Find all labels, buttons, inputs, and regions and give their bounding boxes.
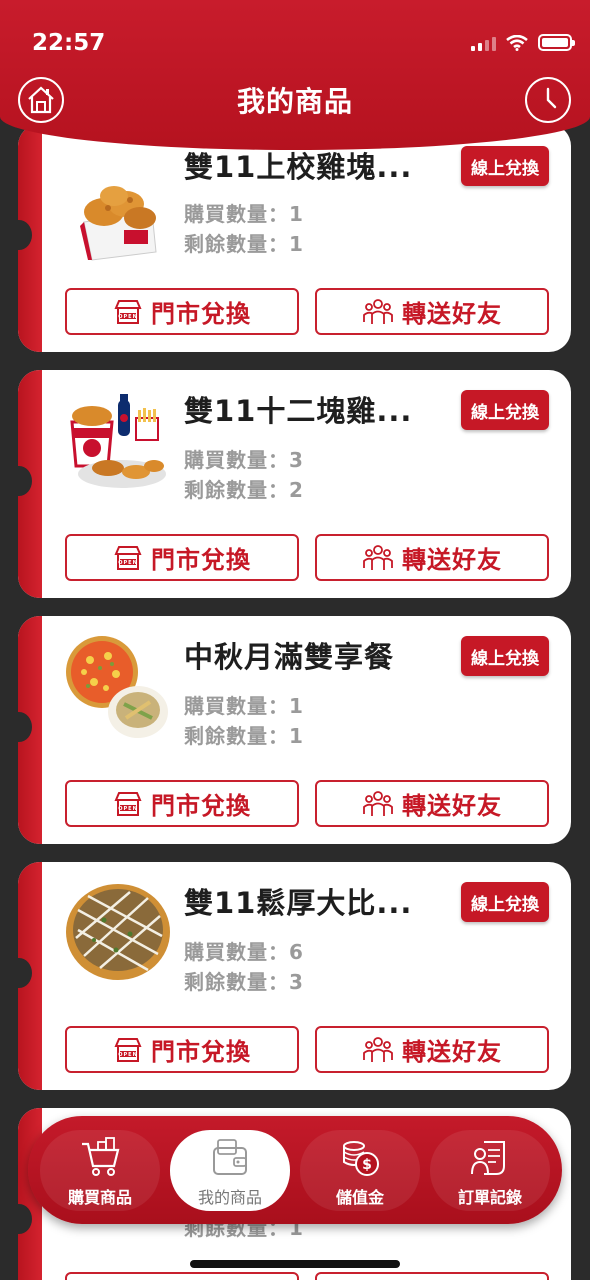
bought-quantity: 購買數量：1 [184,694,304,718]
svg-text:OPEN: OPEN [118,806,138,812]
product-card: 中秋月滿雙享餐 線上兌換 購買數量：1 剩餘數量：1 OPEN 門市兌換 轉送好… [18,616,571,844]
tab-label: 購買商品 [67,1188,132,1207]
cart-icon [82,1137,120,1176]
people-icon [363,1036,393,1062]
store-redeem-button[interactable]: OPEN 門市兌換 [65,780,299,827]
svg-text:$: $ [362,1157,372,1173]
product-name: 雙11十二塊雞... [184,394,413,428]
online-redeem-button[interactable]: 線上兌換 [461,636,549,676]
home-indicator [190,1260,400,1268]
svg-text:OPEN: OPEN [118,560,138,566]
store-open-icon: OPEN [114,791,142,816]
coins-icon: $ [343,1141,379,1176]
product-card: 雙11上校雞塊... 線上兌換 購買數量：1 剩餘數量：1 OPEN 門市兌換 … [18,124,571,352]
page-title: 我的商品 [236,85,353,118]
product-name: 中秋月滿雙享餐 [184,640,395,674]
svg-text:OPEN: OPEN [118,1052,138,1058]
bought-quantity: 購買數量：1 [184,202,304,226]
transfer-friend-button[interactable]: 轉送好友 [315,780,549,827]
remaining-quantity: 剩餘數量：3 [184,970,304,994]
store-redeem-button[interactable]: OPEN 門市兌換 [65,534,299,581]
remaining-quantity: 剩餘數量：1 [184,724,304,748]
online-redeem-button[interactable]: 線上兌換 [461,146,549,186]
battery-icon [538,34,575,51]
tab-my-products[interactable]: 我的商品 [170,1130,290,1211]
store-open-icon: OPEN [114,299,142,324]
store-redeem-button[interactable]: OPEN 門市兌換 [65,1026,299,1073]
tab-label: 我的商品 [197,1188,262,1207]
product-image-large-pizza [66,884,170,980]
remaining-quantity: 剩餘數量：1 [184,232,304,256]
store-redeem-button[interactable] [65,1272,299,1280]
product-image-fried-chicken-bucket [70,394,166,488]
people-icon [363,790,393,816]
cellular-signal-icon [471,35,496,51]
bought-quantity: 購買數量：3 [184,448,304,472]
product-name: 雙11上校雞塊... [184,150,413,184]
transfer-friend-button[interactable]: 轉送好友 [315,288,549,335]
people-icon [363,544,393,570]
transfer-friend-button[interactable] [315,1272,549,1280]
tab-label: 儲值金 [335,1188,384,1207]
tab-stored-value[interactable]: $ 儲值金 [300,1130,420,1211]
svg-text:OPEN: OPEN [118,314,138,320]
product-name: 雙11鬆厚大比... [184,886,413,920]
status-bar: 22:57 [32,30,575,60]
wifi-icon [506,34,528,51]
bought-quantity: 購買數量：6 [184,940,304,964]
transfer-friend-button[interactable]: 轉送好友 [315,1026,549,1073]
status-time: 22:57 [32,30,106,56]
product-card: 雙11十二塊雞... 線上兌換 購買數量：3 剩餘數量：2 OPEN 門市兌換 … [18,370,571,598]
product-list[interactable]: 雙11上校雞塊... 線上兌換 購買數量：1 剩餘數量：1 OPEN 門市兌換 … [0,0,590,1280]
clock-icon [546,87,557,109]
status-icons [471,34,575,51]
product-card: 雙11鬆厚大比... 線上兌換 購買數量：6 剩餘數量：3 OPEN 門市兌換 … [18,862,571,1090]
history-button[interactable] [525,77,571,123]
wallet-icon [213,1139,247,1175]
tab-order-records[interactable]: 訂單記錄 [430,1130,550,1211]
store-open-icon: OPEN [114,1037,142,1062]
online-redeem-button[interactable]: 線上兌換 [461,390,549,430]
people-icon [363,298,393,324]
store-redeem-button[interactable]: OPEN 門市兌換 [65,288,299,335]
bottom-tab-bar: 購買商品 我的商品 $ 儲值金 訂單記錄 [28,1116,562,1224]
tab-label: 訂單記錄 [457,1188,522,1207]
store-open-icon: OPEN [114,545,142,570]
product-image-chicken-nuggets [80,186,157,261]
remaining-quantity: 剩餘數量：2 [184,478,304,502]
online-redeem-button[interactable]: 線上兌換 [461,882,549,922]
receipt-icon [471,1141,505,1175]
transfer-friend-button[interactable]: 轉送好友 [315,534,549,581]
tab-buy-products[interactable]: 購買商品 [40,1130,160,1211]
product-image-pizza-combo [66,636,168,738]
app-header: 22:57 我的商品 [0,0,590,150]
